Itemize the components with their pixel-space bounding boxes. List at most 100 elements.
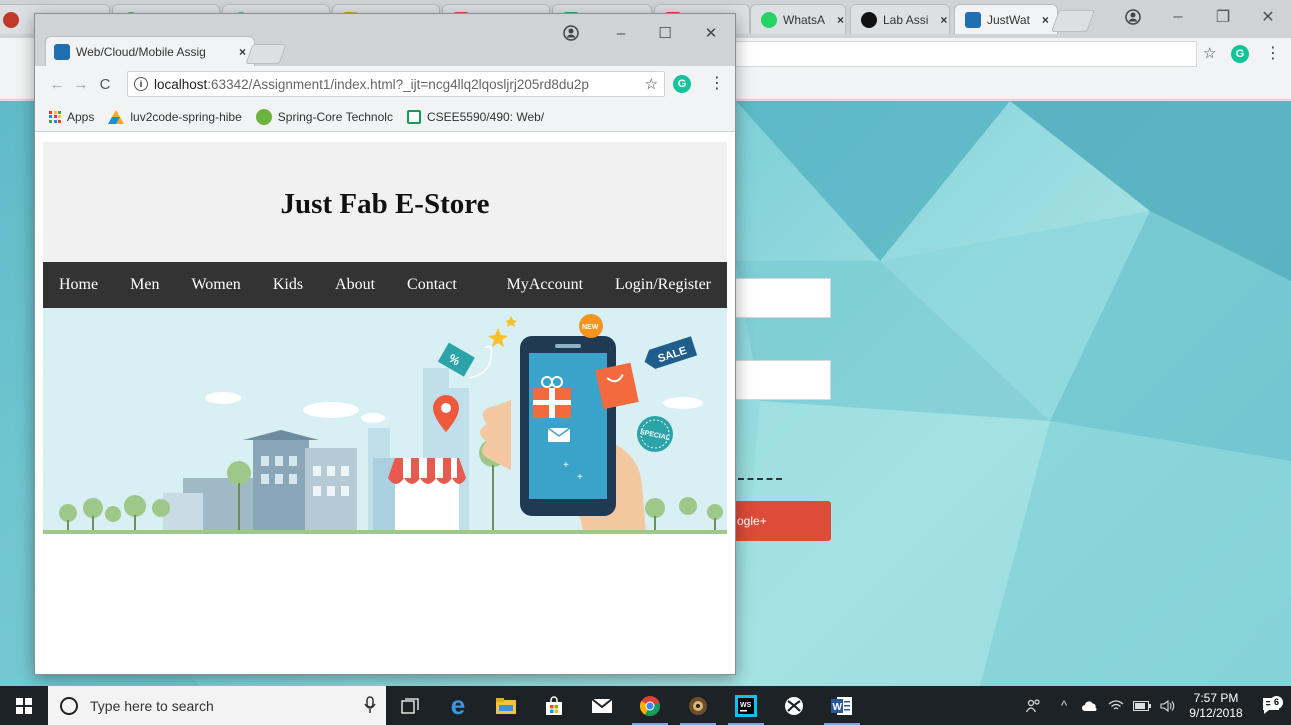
title-bar: Web/Cloud/Mobile Assig × – ☐ ✕	[35, 14, 735, 66]
close-tab-icon[interactable]: ×	[239, 45, 246, 59]
svg-text:+: +	[563, 460, 569, 471]
bookmark-star-icon[interactable]: ☆	[645, 75, 658, 93]
bookmark-star-icon[interactable]: ☆	[1203, 44, 1216, 62]
nav-login-register[interactable]: Login/Register	[599, 262, 727, 308]
tab-label: Lab Assi	[883, 12, 929, 27]
start-button[interactable]	[0, 686, 48, 725]
action-center-icon[interactable]: 6	[1251, 695, 1291, 715]
background-password-input[interactable]	[735, 360, 831, 400]
svg-text:WS: WS	[740, 702, 752, 709]
mail-icon[interactable]	[578, 686, 626, 725]
wifi-icon[interactable]	[1103, 699, 1129, 712]
background-address-bar[interactable]	[735, 41, 1197, 67]
maximize-icon[interactable]: ☐	[645, 20, 685, 46]
file-explorer-icon[interactable]	[482, 686, 530, 725]
reload-icon[interactable]: C	[93, 72, 117, 96]
nav-contact[interactable]: Contact	[391, 262, 473, 308]
grammarly-icon[interactable]: G	[1231, 45, 1249, 63]
microphone-icon[interactable]	[364, 696, 376, 714]
special-badge-icon: SPECIAL	[637, 416, 673, 452]
bookmarks-bar: Apps luv2code-spring-hibe Spring-Core Te…	[35, 102, 735, 132]
menu-icon[interactable]: ⋮	[1265, 43, 1281, 63]
new-tab-button[interactable]	[1050, 10, 1096, 32]
market-stall-icon	[388, 458, 466, 534]
nav-kids[interactable]: Kids	[257, 262, 319, 308]
chevron-up-icon[interactable]: ^	[1051, 698, 1077, 713]
nav-myaccount[interactable]: MyAccount	[491, 262, 599, 308]
clock-date: 9/12/2018	[1189, 705, 1243, 720]
new-tab-button[interactable]	[245, 44, 287, 64]
close-tab-icon[interactable]: ×	[1042, 13, 1049, 27]
xbox-icon[interactable]	[770, 686, 818, 725]
profile-icon[interactable]	[1110, 0, 1156, 34]
background-tab-justwatch[interactable]: JustWat ×	[954, 4, 1058, 34]
nav-women[interactable]: Women	[175, 262, 256, 308]
bookmark-spring[interactable]: Spring-Core Technolc	[255, 108, 393, 125]
close-window-icon[interactable]: ✕	[1245, 0, 1291, 34]
notification-count: 6	[1270, 695, 1283, 709]
divider-dashes	[738, 478, 782, 480]
address-bar[interactable]: i localhost:63342/Assignment1/index.html…	[127, 71, 665, 97]
nav-men[interactable]: Men	[114, 262, 175, 308]
tab-label: WhatsA	[783, 12, 826, 27]
bookmark-label: Spring-Core Technolc	[277, 109, 393, 124]
url-path: :63342/Assignment1/index.html?_ijt=ncg4l…	[207, 76, 589, 92]
nav-about[interactable]: About	[319, 262, 391, 308]
close-window-icon[interactable]: ✕	[691, 20, 731, 46]
background-tab-lab-assignment[interactable]: Lab Assi ×	[850, 4, 950, 34]
menu-icon[interactable]: ⋮	[709, 73, 725, 93]
system-tray: ^ 7:57 PM 9/12/2018 6	[1017, 686, 1291, 725]
svg-text:W: W	[833, 702, 843, 713]
minimize-icon[interactable]: –	[1155, 0, 1201, 34]
bookmark-luv2code[interactable]: luv2code-spring-hibe	[108, 109, 242, 124]
word-icon[interactable]: W	[818, 686, 866, 725]
app-icon[interactable]	[674, 686, 722, 725]
whatsapp-icon	[761, 11, 777, 28]
taskbar-search-box[interactable]: Type here to search	[48, 686, 386, 725]
bookmark-label: Apps	[67, 109, 95, 124]
minimize-icon[interactable]: –	[601, 20, 641, 46]
bookmark-apps[interactable]: Apps	[49, 110, 94, 124]
webstorm-icon[interactable]: WS	[722, 686, 770, 725]
back-icon[interactable]: ←	[45, 72, 69, 96]
profile-icon[interactable]	[551, 20, 591, 46]
background-tab-whatsapp[interactable]: WhatsA ×	[750, 4, 846, 34]
grammarly-icon[interactable]: G	[673, 75, 691, 93]
toolbar: ← → C i localhost:63342/Assignment1/inde…	[35, 66, 735, 102]
smartphone-icon: + +	[520, 336, 616, 516]
svg-text:+: +	[577, 472, 583, 483]
bookmark-csee[interactable]: CSEE5590/490: Web/	[406, 109, 544, 124]
site-header: Just Fab E-Store	[43, 142, 727, 262]
taskbar-clock[interactable]: 7:57 PM 9/12/2018	[1181, 691, 1251, 721]
people-icon[interactable]	[1017, 698, 1051, 713]
info-icon[interactable]: i	[134, 77, 148, 91]
hero-banner: + + SALE SPECIAL NEW %	[43, 308, 727, 534]
close-tab-icon[interactable]: ×	[837, 13, 844, 27]
store-icon[interactable]	[530, 686, 578, 725]
edge-icon[interactable]: e	[434, 686, 482, 725]
apps-icon	[49, 110, 61, 123]
restore-icon[interactable]: ❐	[1200, 0, 1246, 34]
nav-home[interactable]: Home	[43, 262, 114, 308]
shopping-illustration: + + SALE SPECIAL NEW %	[43, 308, 727, 534]
bookmark-label: luv2code-spring-hibe	[130, 109, 242, 124]
forward-icon[interactable]: →	[69, 72, 93, 96]
windows-logo-icon	[16, 697, 32, 714]
active-tab[interactable]: Web/Cloud/Mobile Assig ×	[45, 36, 255, 66]
volume-icon[interactable]	[1155, 699, 1181, 712]
site-title: Just Fab E-Store	[280, 187, 490, 220]
battery-icon[interactable]	[1129, 700, 1155, 711]
background-username-input[interactable]	[735, 278, 831, 318]
google-login-label: ogle+	[737, 514, 767, 528]
spring-icon	[255, 108, 272, 125]
webstorm-tab-icon	[965, 11, 981, 28]
chrome-icon[interactable]	[626, 686, 674, 725]
close-tab-icon[interactable]: ×	[940, 13, 947, 27]
foreground-browser-window: Web/Cloud/Mobile Assig × – ☐ ✕ ← → C i l…	[34, 13, 736, 675]
onedrive-cloud-icon[interactable]	[1077, 700, 1103, 711]
tab-label: JustWat	[987, 12, 1030, 27]
google-login-button[interactable]: ogle+	[735, 501, 831, 541]
url-host: localhost	[154, 76, 208, 92]
clock-time: 7:57 PM	[1193, 690, 1239, 705]
task-view-icon[interactable]	[386, 686, 434, 725]
